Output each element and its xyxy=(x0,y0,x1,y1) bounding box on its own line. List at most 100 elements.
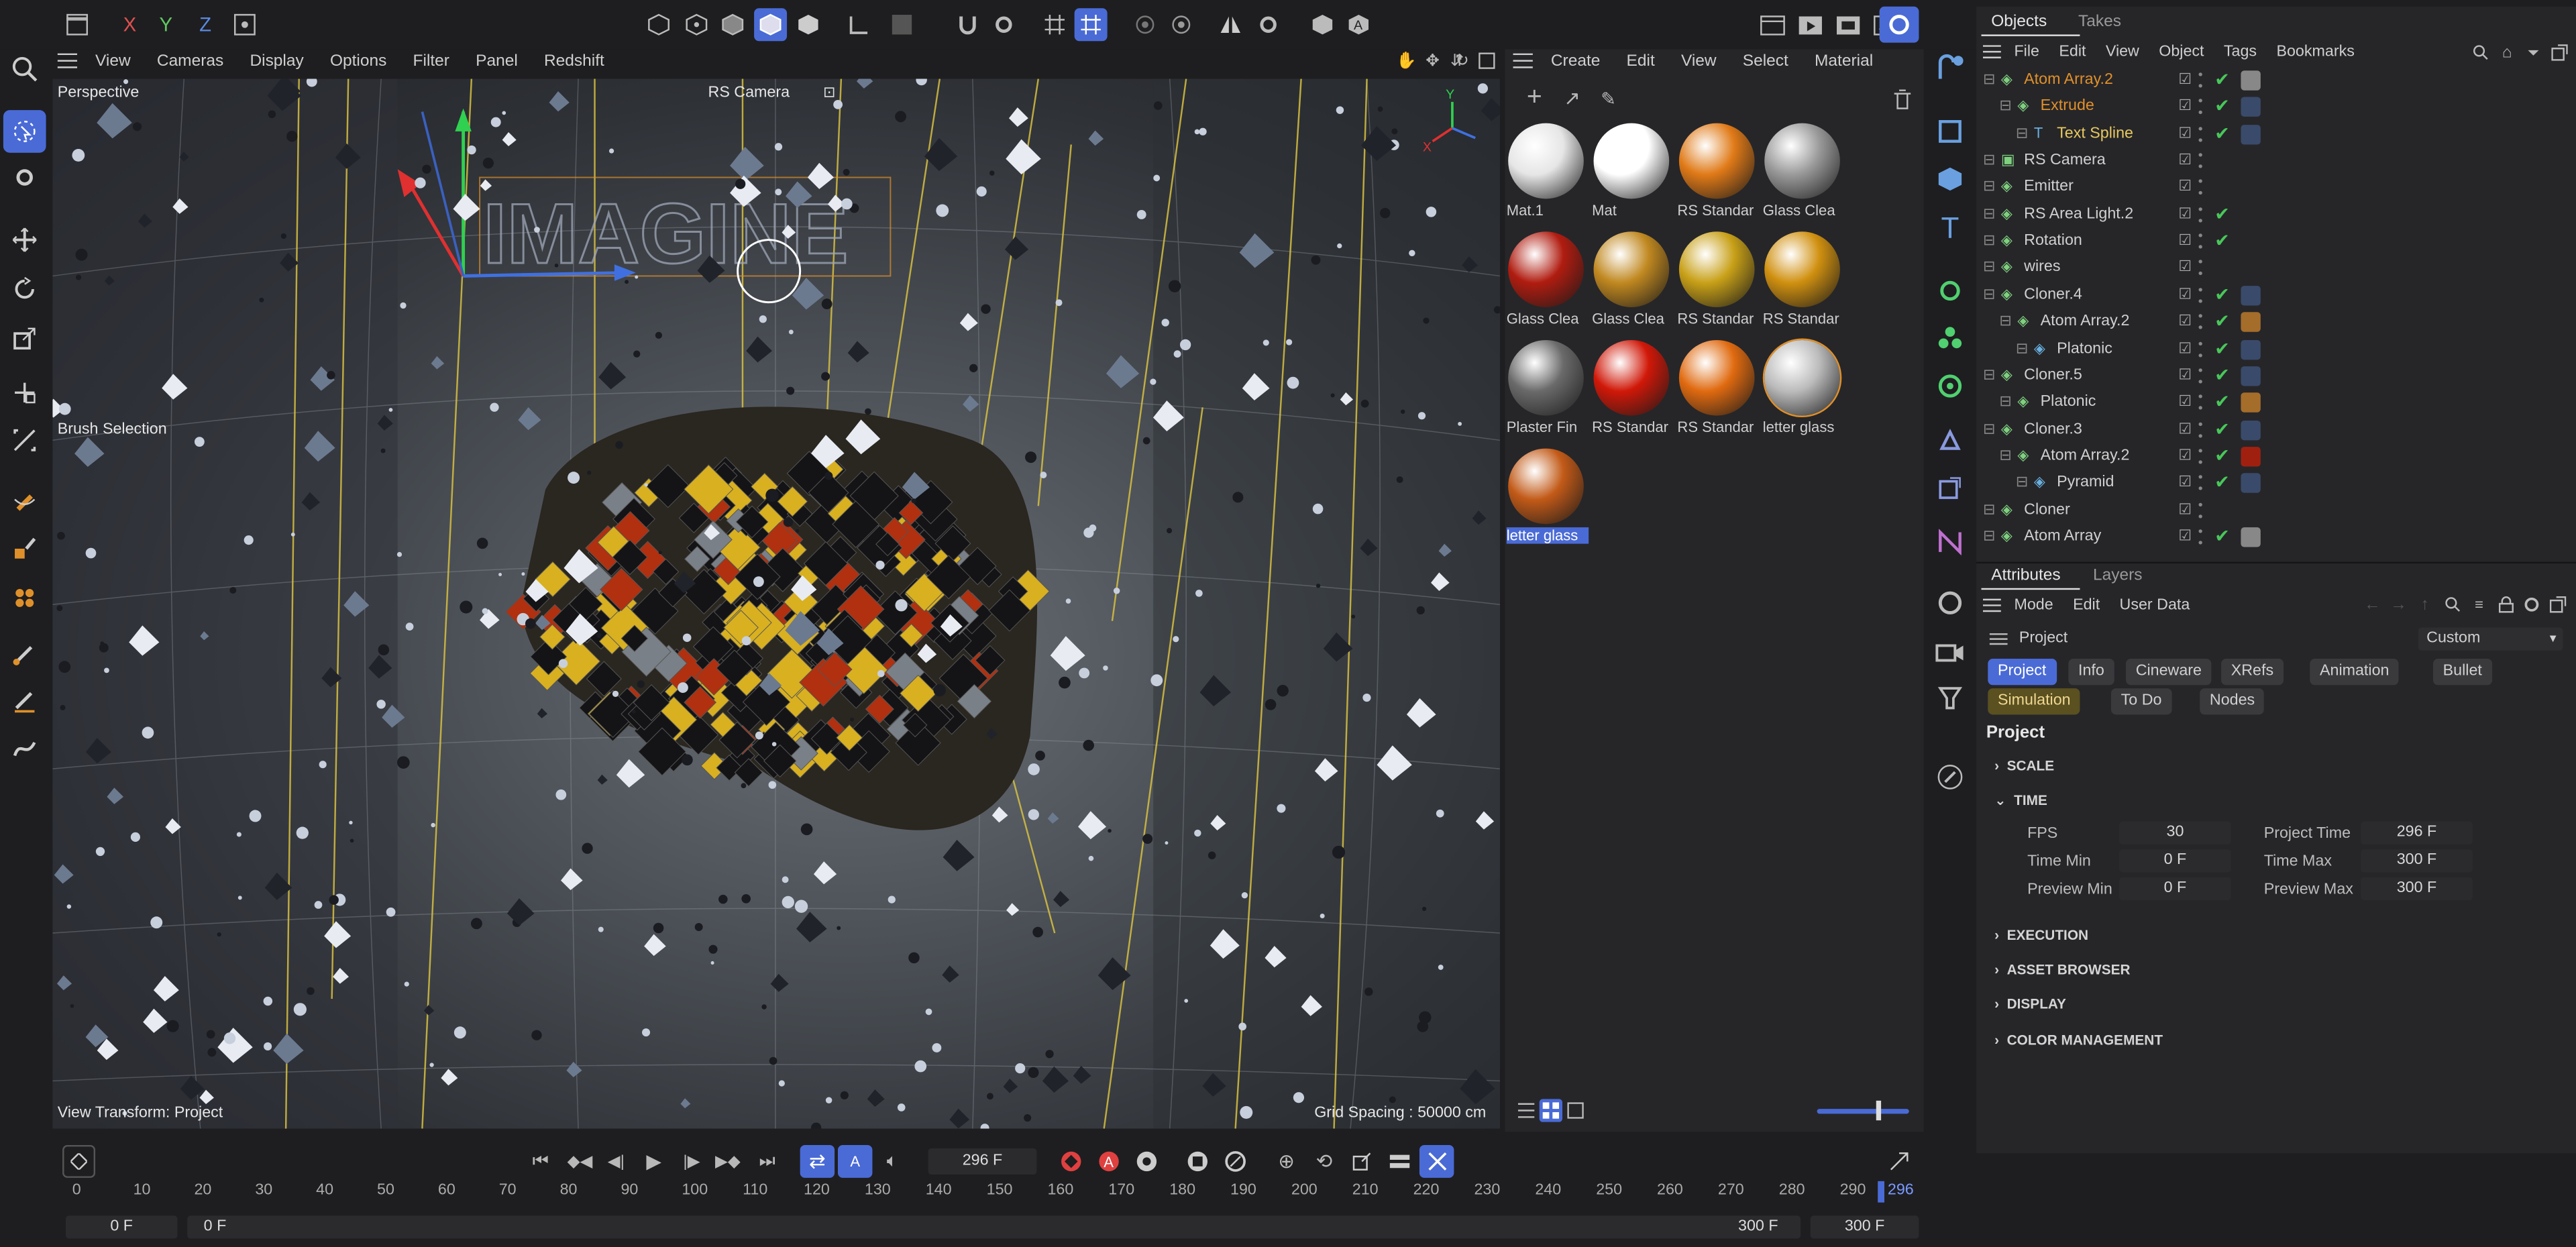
chip-xrefs[interactable]: XRefs xyxy=(2221,659,2284,686)
enabled-check-icon[interactable]: ✔ xyxy=(2214,364,2230,386)
expand-icon[interactable]: ⊟ xyxy=(1983,259,1995,277)
attributes-hamburger-icon[interactable] xyxy=(1978,593,2004,616)
knife-tool-icon[interactable] xyxy=(7,684,43,716)
material-tag-icon[interactable] xyxy=(2241,312,2261,333)
go-to-start-icon[interactable]: ⏮ xyxy=(526,1146,555,1176)
start-frame-field[interactable]: 0 F xyxy=(65,1215,178,1239)
visibility-toggle[interactable]: ☑ xyxy=(2178,313,2192,331)
gear-select-icon[interactable] xyxy=(7,161,43,194)
object-row[interactable]: ⊟ ◈ Platonic ☑ • • ✔ xyxy=(1978,337,2570,364)
section-color-management[interactable]: › COLOR MANAGEMENT xyxy=(1994,1032,2163,1048)
material-swatch[interactable]: letter glass xyxy=(1762,337,1843,435)
material-menu-view[interactable]: View xyxy=(1668,52,1729,70)
material-tag-icon[interactable] xyxy=(2241,70,2261,91)
effector-icon[interactable] xyxy=(1929,368,1972,404)
axis-z-toggle[interactable]: Z xyxy=(191,10,220,40)
render-picture-icon[interactable] xyxy=(1796,10,1825,40)
brush-tool-icon[interactable] xyxy=(7,637,43,670)
object-row[interactable]: ⊟ ◈ RS Area Light.2 ☑ • • ✔ xyxy=(1978,203,2570,229)
position-key-icon[interactable]: ⊕ xyxy=(1272,1146,1301,1176)
expand-icon[interactable]: ⊟ xyxy=(2016,474,2028,492)
axis-x-toggle[interactable]: X xyxy=(115,10,144,40)
material-tag-icon[interactable] xyxy=(2241,97,2261,117)
expand-icon[interactable]: ⊟ xyxy=(1999,313,2011,331)
time-max-field[interactable]: 300 F xyxy=(2361,849,2473,873)
scale-tool-icon[interactable] xyxy=(7,322,43,355)
prev-key-icon[interactable]: ◆◀ xyxy=(565,1146,594,1176)
home-icon[interactable]: ⌂ xyxy=(2497,43,2516,62)
sketch-tool-icon[interactable] xyxy=(7,532,43,565)
animation-mode-icon[interactable]: A xyxy=(1344,10,1373,40)
material-tag-icon[interactable] xyxy=(2241,124,2261,144)
material-swatch[interactable]: letter glass xyxy=(1506,445,1589,544)
enabled-check-icon[interactable]: ✔ xyxy=(2214,69,2230,90)
render-dots-icon[interactable]: • • xyxy=(2198,176,2203,201)
material-tag-icon[interactable] xyxy=(2241,285,2261,306)
objects-menu-view[interactable]: View xyxy=(2096,42,2149,60)
generator-icon[interactable] xyxy=(1929,273,1972,309)
rotation-key-icon[interactable]: ⟲ xyxy=(1309,1146,1339,1176)
enabled-check-icon[interactable]: ✔ xyxy=(2214,472,2230,493)
preview-range-bar[interactable] xyxy=(187,1215,1801,1239)
eyedropper-icon[interactable]: ✎ xyxy=(1594,84,1623,113)
object-row[interactable]: ⊟ ◈ wires ☑ • • xyxy=(1978,256,2570,283)
crystal-cluster[interactable] xyxy=(505,406,1050,830)
field-icon[interactable] xyxy=(1929,470,1972,506)
objects-tab[interactable]: Objects xyxy=(1991,13,2047,32)
layers-tab[interactable]: Layers xyxy=(2093,567,2143,585)
expand-icon[interactable]: ⊟ xyxy=(1983,151,1995,169)
viewport-menu-filter[interactable]: Filter xyxy=(400,52,463,70)
render-dots-icon[interactable]: • • xyxy=(2198,364,2203,388)
visibility-toggle[interactable]: ☑ xyxy=(2178,70,2192,89)
visibility-toggle[interactable]: ☑ xyxy=(2178,366,2192,384)
object-row[interactable]: ⊟ ◈ Cloner.4 ☑ • • ✔ xyxy=(1978,283,2570,310)
takes-tab[interactable]: Takes xyxy=(2078,13,2121,32)
object-row[interactable]: ⊟ ◈ Atom Array ☑ • • ✔ xyxy=(1978,525,2570,552)
keyframe-lock-icon[interactable] xyxy=(1183,1146,1212,1176)
trash-icon[interactable] xyxy=(1888,84,1917,113)
key-settings-icon[interactable] xyxy=(1132,1146,1161,1176)
material-swatch[interactable]: RS Standar xyxy=(1592,337,1672,435)
object-row[interactable]: ⊟ ▣ RS Camera ☑ • • xyxy=(1978,149,2570,176)
visibility-toggle[interactable]: ☑ xyxy=(2178,339,2192,358)
time-min-field[interactable]: 0 F xyxy=(2119,849,2231,873)
objects-menu-tags[interactable]: Tags xyxy=(2214,42,2267,60)
transform-tool-icon[interactable] xyxy=(7,376,43,409)
cube-object-icon[interactable] xyxy=(1929,161,1972,197)
expand-icon[interactable]: ⊟ xyxy=(1983,500,1995,519)
move-view-icon[interactable]: ✥ xyxy=(1423,51,1442,70)
material-swatch[interactable]: RS Standar xyxy=(1677,337,1758,435)
mode-polygons-icon[interactable] xyxy=(754,8,788,42)
text-object-icon[interactable]: T xyxy=(1929,210,1972,246)
section-asset-browser[interactable]: › ASSET BROWSER xyxy=(1994,961,2130,977)
snap-settings-icon[interactable] xyxy=(989,10,1018,40)
visibility-toggle[interactable]: ☑ xyxy=(2178,420,2192,438)
hamburger-icon[interactable] xyxy=(52,49,82,72)
material-swatch[interactable]: Plaster Fin xyxy=(1507,337,1587,435)
expand-icon[interactable]: ⊟ xyxy=(1999,393,2011,411)
object-row[interactable]: ⊟ ◈ Atom Array.2 ☑ • • ✔ xyxy=(1978,310,2570,337)
visibility-toggle[interactable]: ☑ xyxy=(2178,97,2192,115)
material-menu-select[interactable]: Select xyxy=(1729,52,1801,70)
material-menu-material[interactable]: Material xyxy=(1801,52,1886,70)
render-region-icon[interactable] xyxy=(1130,10,1160,40)
material-swatch[interactable]: RS Standar xyxy=(1677,120,1758,219)
camera-lock-icon[interactable]: ⊡ xyxy=(823,84,835,102)
fps-field[interactable]: 30 xyxy=(2119,821,2231,845)
arrow-icon[interactable]: ↗ xyxy=(1558,84,1587,113)
render-dots-icon[interactable]: • • xyxy=(2198,310,2203,335)
viewport-menu-panel[interactable]: Panel xyxy=(463,52,531,70)
expand-icon[interactable]: ⊟ xyxy=(1983,286,1995,304)
axis-mode-icon[interactable] xyxy=(845,10,874,40)
spline-paint-icon[interactable] xyxy=(7,582,43,614)
expand-icon[interactable]: ⊟ xyxy=(1983,366,1995,384)
symmetry-icon[interactable] xyxy=(1216,10,1245,40)
material-menu-edit[interactable]: Edit xyxy=(1613,52,1668,70)
attributes-settings-icon[interactable] xyxy=(2522,595,2541,614)
scene-icon[interactable] xyxy=(1929,585,1972,621)
section-scale[interactable]: › SCALE xyxy=(1994,757,2054,773)
enabled-check-icon[interactable]: ✔ xyxy=(2214,445,2230,466)
lock-workplane-icon[interactable] xyxy=(1307,10,1337,40)
rotate-tool-icon[interactable] xyxy=(7,273,43,306)
filter-icon[interactable]: ⏷ xyxy=(2524,43,2543,62)
